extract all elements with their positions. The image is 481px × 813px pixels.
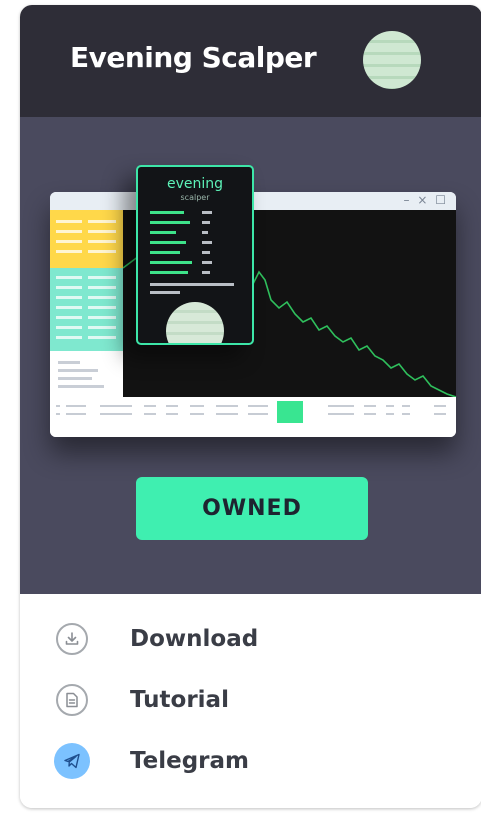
download-icon	[56, 623, 88, 655]
product-avatar	[363, 31, 421, 89]
document-icon	[56, 684, 88, 716]
popup-title: evening	[166, 176, 224, 192]
owned-button[interactable]: OWNED	[136, 477, 368, 540]
popup-subtitle: scalper	[180, 193, 210, 202]
screenshot-bottom-toolbar	[50, 397, 456, 437]
product-preview-area: – × ☐ evening scalper OWNED	[20, 117, 481, 594]
telegram-label: Telegram	[130, 748, 250, 774]
tutorial-link[interactable]: Tutorial	[54, 680, 434, 720]
screenshot-side-panel	[50, 210, 123, 397]
telegram-icon	[54, 743, 90, 779]
window-controls: – × ☐	[403, 193, 448, 207]
resource-links: Download Tutorial Telegram	[20, 594, 481, 808]
download-label: Download	[130, 626, 259, 652]
product-title: Evening Scalper	[70, 41, 317, 74]
download-link[interactable]: Download	[54, 619, 434, 659]
popup-logo	[166, 302, 224, 343]
product-card: Evening Scalper – × ☐ evening scalper OW…	[20, 5, 481, 808]
indicator-popup: evening scalper	[136, 165, 254, 345]
telegram-link[interactable]: Telegram	[54, 741, 434, 781]
tutorial-label: Tutorial	[130, 687, 229, 713]
active-toolbar-item	[277, 401, 303, 423]
card-header: Evening Scalper	[20, 5, 481, 117]
